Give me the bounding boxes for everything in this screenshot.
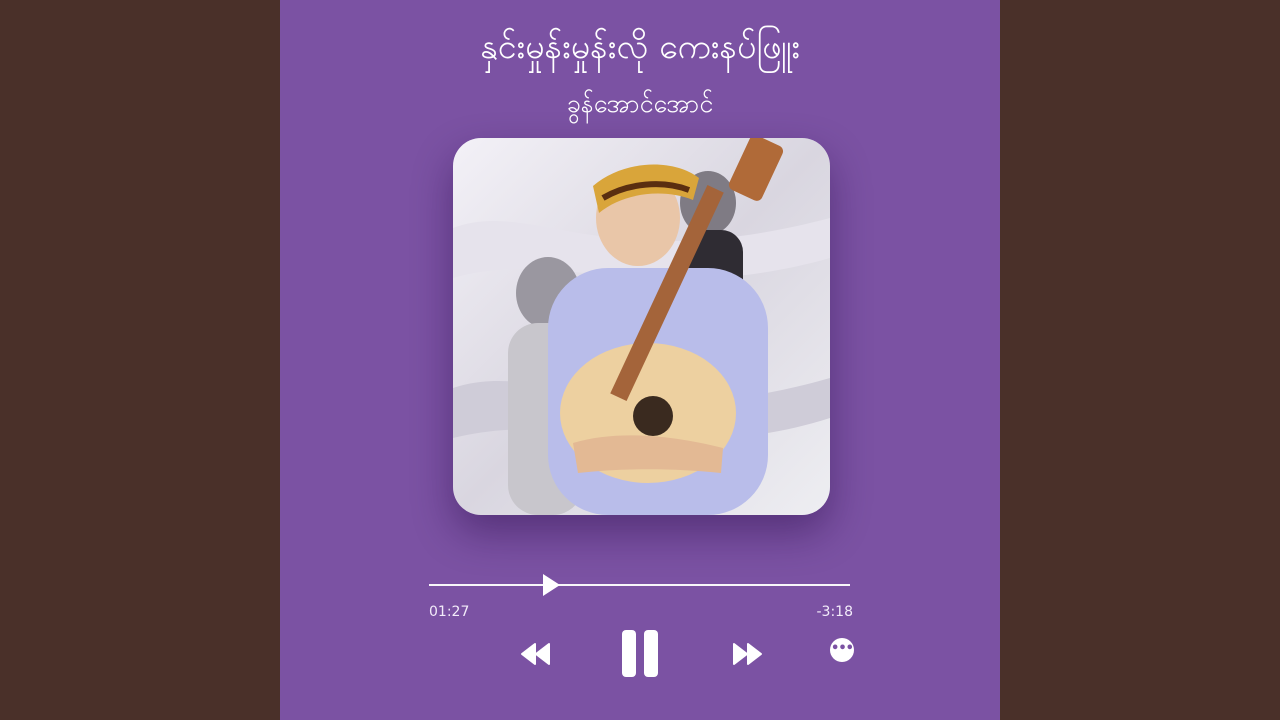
album-art [453,138,830,515]
elapsed-time: 01:27 [429,604,470,620]
rewind-button[interactable] [520,642,552,666]
pause-button[interactable] [622,630,660,678]
rewind-icon [521,643,550,665]
progress-thumb[interactable] [543,574,561,596]
remaining-time: -3:18 [816,604,854,620]
more-options-icon: ••• [831,641,854,656]
player-panel: နှင်းမှုန်းမှုန်းလို ကေးနပ်ဖြူး ခွန်အောင… [280,0,1000,720]
progress-track[interactable] [429,584,850,586]
more-options-button[interactable]: ••• [830,638,854,662]
fast-forward-button[interactable] [731,642,763,666]
song-title: နှင်းမှုန်းမှုန်းလို ကေးနပ်ဖြူး [480,27,800,67]
artist-name: ခွန်အောင်အောင် [566,89,714,118]
fast-forward-icon [733,643,762,665]
album-art-image [453,138,830,515]
